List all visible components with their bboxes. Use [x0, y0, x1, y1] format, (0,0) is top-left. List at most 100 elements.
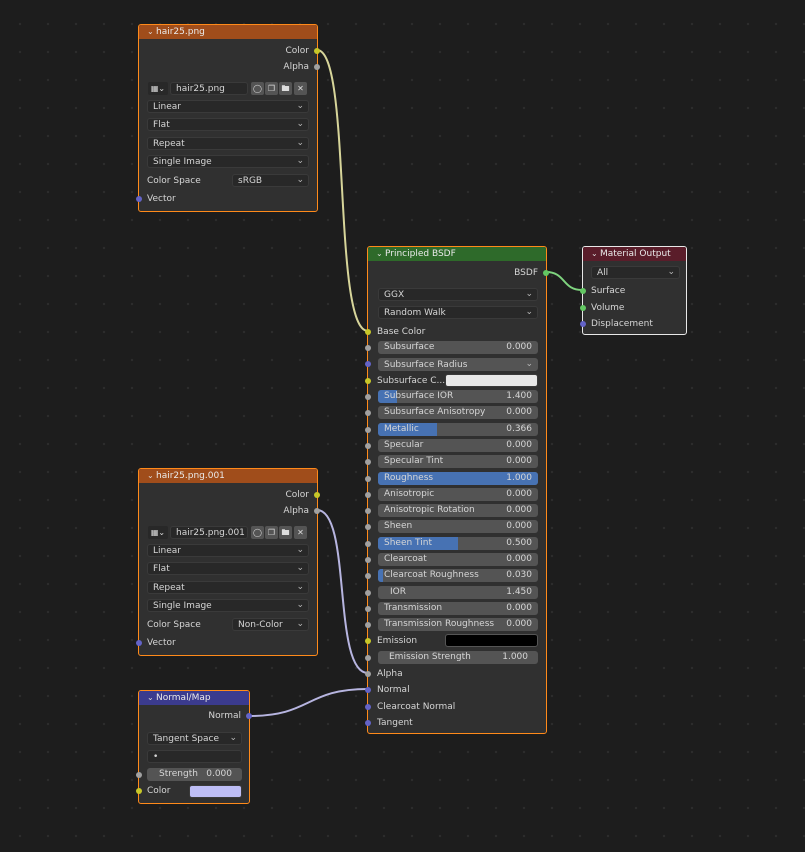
input-color-socket[interactable]	[136, 788, 142, 794]
bsdf-slider-field[interactable]: Clearcoat Roughness 0.030	[378, 569, 538, 582]
input-strength-socket[interactable]	[136, 772, 142, 778]
duplicate-icon[interactable]: ❐	[265, 526, 278, 539]
projection-select[interactable]: Flat ⌄	[147, 562, 309, 575]
uv-map-field[interactable]: •	[147, 750, 242, 763]
input-displacement-socket[interactable]	[580, 321, 586, 327]
bsdf-slider-field[interactable]: Specular Tint 0.000	[378, 455, 538, 468]
image-name-field[interactable]: hair25.png.001	[170, 526, 248, 539]
distribution-select[interactable]: GGX ⌄	[378, 288, 538, 301]
space-select[interactable]: Tangent Space ⌄	[147, 732, 242, 745]
bsdf-slider-field[interactable]: Clearcoat 0.000	[378, 553, 538, 566]
input-vector-socket[interactable]	[136, 640, 142, 646]
open-folder-icon[interactable]: 🖿	[279, 526, 292, 539]
normal-map-node[interactable]: ⌄ Normal/Map Normal Tangent Space ⌄ • Stre…	[136, 690, 252, 804]
input-subsurface-color-socket[interactable]	[365, 378, 371, 384]
image-texture-node-2[interactable]: ⌄ hair25.png.001 Color Alpha ▦⌄ hair25.pn…	[136, 468, 320, 656]
output-color-socket[interactable]	[314, 48, 320, 54]
bsdf-slider-field[interactable]: Anisotropic 0.000	[378, 488, 538, 501]
input-volume-socket[interactable]	[580, 305, 586, 311]
input-clearcoat-normal-socket[interactable]	[365, 704, 371, 710]
unlink-close-icon[interactable]: ✕	[294, 82, 307, 95]
input-alpha-socket[interactable]	[365, 671, 371, 677]
fake-user-icon[interactable]: ◯	[251, 82, 264, 95]
color-space-select[interactable]: sRGB ⌄	[232, 174, 309, 187]
node-header[interactable]: ⌄ Material Output	[583, 247, 686, 261]
input-surface-socket[interactable]	[580, 288, 586, 294]
interpolation-select[interactable]: Linear ⌄	[147, 100, 309, 113]
bsdf-slider-field[interactable]: Sheen 0.000	[378, 520, 538, 533]
input-slider-socket[interactable]	[365, 606, 371, 612]
bsdf-slider-field[interactable]: Specular 0.000	[378, 439, 538, 452]
target-select[interactable]: All ⌄	[591, 266, 680, 279]
input-slider-socket[interactable]	[365, 427, 371, 433]
input-tangent-socket[interactable]	[365, 720, 371, 726]
input-slider-socket[interactable]	[365, 459, 371, 465]
collapse-chevron-icon[interactable]: ⌄	[591, 247, 600, 261]
image-browse-icon[interactable]: ▦⌄	[148, 82, 168, 95]
bsdf-slider-field[interactable]: IOR 1.450	[378, 586, 538, 599]
subsurface-method-select[interactable]: Random Walk ⌄	[378, 306, 538, 319]
input-emission-socket[interactable]	[365, 638, 371, 644]
duplicate-icon[interactable]: ❐	[265, 82, 278, 95]
input-subsurface-radius-socket[interactable]	[365, 361, 371, 367]
output-alpha-socket[interactable]	[314, 64, 320, 70]
input-slider-socket[interactable]	[365, 524, 371, 530]
bsdf-slider-field[interactable]: Roughness 1.000	[378, 472, 538, 485]
subsurface-color-swatch[interactable]	[445, 374, 538, 387]
interpolation-select[interactable]: Linear ⌄	[147, 544, 309, 557]
bsdf-slider-field[interactable]: Subsurface IOR 1.400	[378, 390, 538, 403]
extension-select[interactable]: Repeat ⌄	[147, 137, 309, 150]
input-slider-socket[interactable]	[365, 590, 371, 596]
image-texture-node-1[interactable]: ⌄ hair25.png Color Alpha ▦⌄ hair25.png ◯ …	[136, 24, 320, 212]
bsdf-slider-field[interactable]: Metallic 0.366	[378, 423, 538, 436]
input-base-color-socket[interactable]	[365, 329, 371, 335]
output-alpha-socket[interactable]	[314, 508, 320, 514]
extension-select[interactable]: Repeat ⌄	[147, 581, 309, 594]
output-normal-socket[interactable]	[246, 713, 252, 719]
output-color-socket[interactable]	[314, 492, 320, 498]
collapse-chevron-icon[interactable]: ⌄	[147, 469, 156, 483]
node-header[interactable]: ⌄ hair25.png	[139, 25, 317, 39]
strength-field[interactable]: Strength 0.000	[147, 768, 242, 781]
input-slider-socket[interactable]	[365, 410, 371, 416]
input-vector-socket[interactable]	[136, 196, 142, 202]
input-slider-socket[interactable]	[365, 573, 371, 579]
subsurface-radius-field[interactable]: Subsurface Radius ⌄	[378, 358, 538, 371]
image-browse-icon[interactable]: ▦⌄	[148, 526, 168, 539]
input-slider-socket[interactable]	[365, 476, 371, 482]
input-slider-socket[interactable]	[365, 492, 371, 498]
input-slider-socket[interactable]	[365, 394, 371, 400]
input-emission-strength-socket[interactable]	[365, 655, 371, 661]
input-slider-socket[interactable]	[365, 443, 371, 449]
bsdf-slider-field[interactable]: Transmission Roughness 0.000	[378, 618, 538, 631]
bsdf-slider-field[interactable]: Subsurface Anisotropy 0.000	[378, 406, 538, 419]
open-folder-icon[interactable]: 🖿	[279, 82, 292, 95]
output-bsdf-socket[interactable]	[543, 270, 549, 276]
input-subsurface-socket[interactable]	[365, 345, 371, 351]
node-header[interactable]: ⌄ Normal/Map	[139, 691, 249, 705]
source-select[interactable]: Single Image ⌄	[147, 155, 309, 168]
fake-user-icon[interactable]: ◯	[251, 526, 264, 539]
collapse-chevron-icon[interactable]: ⌄	[147, 25, 156, 39]
collapse-chevron-icon[interactable]: ⌄	[376, 247, 385, 261]
node-header[interactable]: ⌄ hair25.png.001	[139, 469, 317, 483]
input-slider-socket[interactable]	[365, 622, 371, 628]
subsurface-field[interactable]: Subsurface 0.000	[378, 341, 538, 354]
color-space-select[interactable]: Non-Color ⌄	[232, 618, 309, 631]
color-swatch[interactable]	[189, 785, 242, 798]
input-slider-socket[interactable]	[365, 557, 371, 563]
input-slider-socket[interactable]	[365, 541, 371, 547]
collapse-chevron-icon[interactable]: ⌄	[147, 691, 156, 705]
bsdf-slider-field[interactable]: Transmission 0.000	[378, 602, 538, 615]
emission-swatch[interactable]	[445, 634, 538, 647]
projection-select[interactable]: Flat ⌄	[147, 118, 309, 131]
emission-strength-field[interactable]: Emission Strength 1.000	[378, 651, 538, 664]
principled-bsdf-node[interactable]: ⌄ Principled BSDF BSDF GGX ⌄ Random Walk ⌄ …	[365, 246, 549, 734]
input-slider-socket[interactable]	[365, 508, 371, 514]
source-select[interactable]: Single Image ⌄	[147, 599, 309, 612]
bsdf-slider-field[interactable]: Sheen Tint 0.500	[378, 537, 538, 550]
input-normal-socket[interactable]	[365, 687, 371, 693]
material-output-node[interactable]: ⌄ Material Output All ⌄ Surface Volume Dis…	[580, 246, 687, 335]
node-header[interactable]: ⌄ Principled BSDF	[368, 247, 546, 261]
image-name-field[interactable]: hair25.png	[170, 82, 248, 95]
